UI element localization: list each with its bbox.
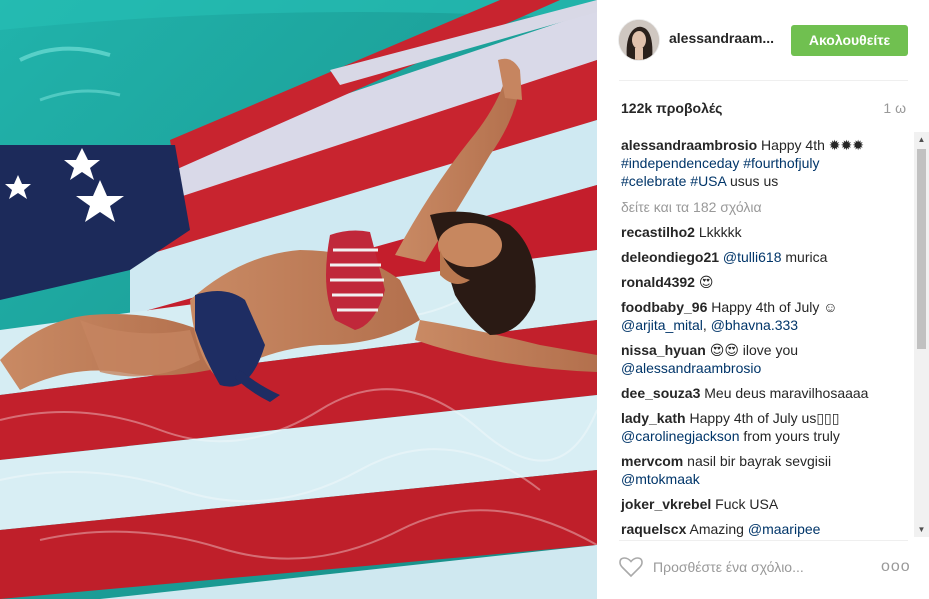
- comment-username[interactable]: ronald4392: [621, 274, 695, 290]
- comment: mervcom nasil bir bayrak sevgisii @mtokm…: [621, 452, 893, 488]
- caption-username[interactable]: alessandraambrosio: [621, 137, 757, 153]
- comment-text: 😍😍 ilove you: [705, 342, 799, 358]
- heart-outline-icon[interactable]: [619, 556, 643, 578]
- ellipsis-icon[interactable]: ooo: [881, 556, 910, 578]
- avatar-photo-icon: [619, 20, 659, 60]
- comment-username[interactable]: recastilho2: [621, 224, 695, 240]
- comment-text: Fuck USA: [711, 496, 779, 512]
- caption: alessandraambrosio Happy 4th ✹✹✹ #indepe…: [621, 136, 893, 190]
- pool-flag-scene: [0, 0, 597, 599]
- footer-divider: [619, 540, 908, 541]
- scrollbar-thumb[interactable]: [917, 149, 926, 349]
- comment-text: 😍: [694, 274, 714, 290]
- mention-link[interactable]: @alessandraambrosio: [621, 360, 761, 376]
- post-video[interactable]: [0, 0, 597, 599]
- avatar[interactable]: [619, 20, 659, 60]
- mention-link[interactable]: @arjita_mital: [621, 317, 703, 333]
- comment-text: Amazing: [686, 521, 748, 537]
- comment: recastilho2 Lkkkkk: [621, 223, 893, 241]
- hashtag-link[interactable]: #fourthofjuly: [743, 155, 819, 171]
- heart-shape: [619, 557, 643, 578]
- comment-username[interactable]: nissa_hyuan: [621, 342, 706, 358]
- mention-link[interactable]: @maaripee: [748, 521, 821, 537]
- mention-link[interactable]: @bhavna.333: [711, 317, 798, 333]
- post-username[interactable]: alessandraam...: [669, 30, 781, 46]
- mention-link[interactable]: @tulli618: [719, 249, 782, 265]
- comment-text: murica: [781, 249, 828, 265]
- scroll-up-arrow-icon[interactable]: ▲: [914, 132, 929, 147]
- comment-username[interactable]: mervcom: [621, 453, 683, 469]
- comment-username[interactable]: deleondiego21: [621, 249, 719, 265]
- comment: dee_souza3 Meu deus maravilhosaaaa: [621, 384, 893, 402]
- post-header: alessandraam... Ακολουθείτε: [597, 0, 929, 80]
- comment-username[interactable]: dee_souza3: [621, 385, 700, 401]
- add-comment-input[interactable]: [653, 556, 853, 578]
- caption-tail: usus us: [726, 173, 779, 189]
- hashtag-link[interactable]: #independenceday: [621, 155, 739, 171]
- comments-list[interactable]: alessandraambrosio Happy 4th ✹✹✹ #indepe…: [619, 132, 913, 537]
- comment-text-tail: from yours truly: [739, 428, 840, 444]
- hashtag-link[interactable]: #celebrate: [621, 173, 686, 189]
- comment: nissa_hyuan 😍😍 ilove you @alessandraambr…: [621, 341, 893, 377]
- scroll-down-arrow-icon[interactable]: ▼: [914, 522, 929, 537]
- comment: lady_kath Happy 4th of July us▯▯▯ @carol…: [621, 409, 893, 445]
- mention-link[interactable]: @carolinegjackson: [621, 428, 740, 444]
- comment-text: Happy 4th of July us▯▯▯: [685, 410, 840, 426]
- comment: joker_vkrebel Fuck USA: [621, 495, 893, 513]
- header-divider: [619, 80, 908, 81]
- following-button[interactable]: Ακολουθείτε: [791, 25, 908, 56]
- comment: foodbaby_96 Happy 4th of July ☺ @arjita_…: [621, 298, 893, 334]
- post-timestamp[interactable]: 1 ω: [883, 100, 906, 116]
- instagram-post-viewer: alessandraam... Ακολουθείτε 122k προβολέ…: [0, 0, 929, 599]
- view-count: 122k προβολές: [621, 100, 723, 116]
- comment-username[interactable]: foodbaby_96: [621, 299, 707, 315]
- comment-username[interactable]: joker_vkrebel: [621, 496, 711, 512]
- post-stats-row: 122k προβολές 1 ω: [619, 100, 908, 118]
- comments-scrollbar[interactable]: ▲ ▼: [914, 132, 929, 537]
- view-all-comments-link[interactable]: δείτε και τα 182 σχόλια: [621, 198, 893, 216]
- comment-text: Lkkkkk: [694, 224, 742, 240]
- comment-text: nasil bir bayrak sevgisii: [683, 453, 832, 469]
- comment-text: Happy 4th of July ☺: [707, 299, 838, 315]
- comment-text: Meu deus maravilhosaaaa: [700, 385, 869, 401]
- comment-username[interactable]: lady_kath: [621, 410, 686, 426]
- comment-username[interactable]: raquelscx: [621, 521, 686, 537]
- hashtag-link[interactable]: #USA: [690, 173, 726, 189]
- caption-text: Happy 4th: [757, 137, 829, 153]
- mention-separator: ,: [702, 317, 711, 333]
- mention-link[interactable]: @mtokmaak: [621, 471, 700, 487]
- post-side-panel: alessandraam... Ακολουθείτε 122k προβολέ…: [597, 0, 929, 599]
- comment: raquelscx Amazing @maaripee: [621, 520, 893, 537]
- caption-emoji: ✹✹✹: [828, 137, 864, 153]
- comment: deleondiego21 @tulli618 murica: [621, 248, 893, 266]
- comment: ronald4392 😍: [621, 273, 893, 291]
